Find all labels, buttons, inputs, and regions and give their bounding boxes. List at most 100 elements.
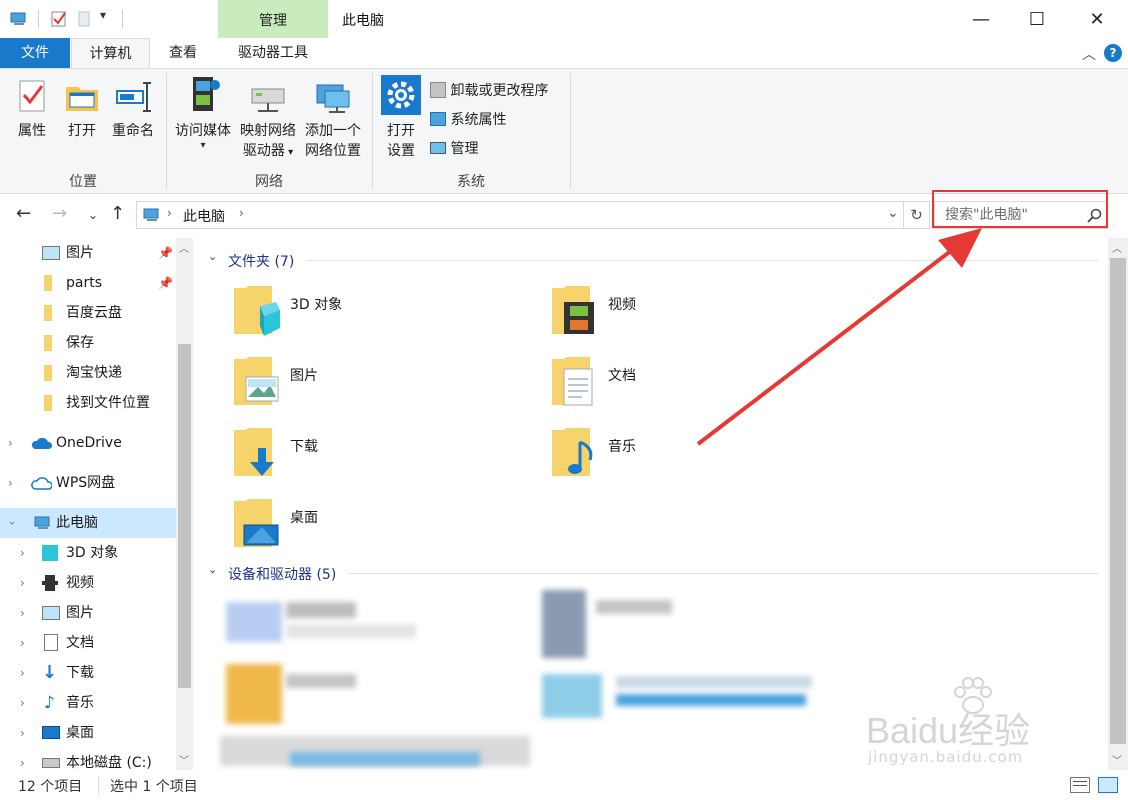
device-tile-blurred-2[interactable]	[540, 586, 680, 662]
device-tile-blurred-3[interactable]	[222, 662, 372, 734]
system-properties-label: 系统属性	[450, 112, 507, 128]
address-dropdown-icon[interactable]: ⌄	[887, 205, 899, 221]
nav-item-3d-objects[interactable]: › 3D 对象	[0, 538, 176, 568]
folders-section-header[interactable]: 文件夹 (7)	[228, 251, 294, 271]
scroll-down-icon[interactable]: ﹀	[179, 752, 189, 767]
system-properties-button[interactable]: 系统属性	[430, 110, 506, 130]
nav-item-this-pc[interactable]: › 此电脑	[0, 508, 176, 538]
devices-section-header[interactable]: 设备和驱动器 (5)	[228, 564, 336, 584]
context-tab-label: 管理	[259, 13, 287, 29]
nav-item-music[interactable]: › ♪ 音乐	[0, 688, 176, 718]
expand-chevron-icon[interactable]: ›	[20, 598, 25, 628]
breadcrumb-separator-icon[interactable]: ›	[239, 206, 244, 220]
manage-button[interactable]: 管理	[430, 139, 478, 159]
scroll-down-icon[interactable]: ﹀	[1112, 752, 1122, 767]
uninstall-program-button[interactable]: 卸载或更改程序	[430, 81, 548, 101]
scroll-up-icon[interactable]: ︿	[1112, 240, 1122, 255]
pin-icon[interactable]: 📌	[158, 268, 173, 298]
folder-tile-desktop[interactable]: 桌面	[232, 495, 532, 557]
nav-item-find-location[interactable]: 找到文件位置	[0, 388, 176, 418]
expand-chevron-icon[interactable]: ›	[20, 688, 25, 718]
nav-item-documents[interactable]: › 文档	[0, 628, 176, 658]
expand-chevron-icon[interactable]: ›	[20, 628, 25, 658]
scroll-up-icon[interactable]: ︿	[179, 240, 189, 255]
expand-chevron-icon[interactable]: ›	[20, 538, 25, 568]
add-network-location-button[interactable]: 添加一个 网络位置	[302, 79, 364, 161]
blurred-drive-icon	[542, 590, 586, 658]
properties-icon[interactable]	[50, 10, 68, 28]
tab-view[interactable]: 查看	[152, 38, 214, 68]
back-arrow-icon[interactable]: ←	[16, 203, 31, 224]
group-system-label: 系统	[457, 174, 485, 190]
expand-chevron-icon[interactable]: ›	[20, 658, 25, 688]
navigation-pane[interactable]: 图片 📌 parts 📌 百度云盘 保存 淘宝快递 找到文件位置 › OneDr…	[0, 238, 192, 770]
nav-item-pictures-pinned[interactable]: 图片 📌	[0, 238, 176, 268]
nav-item-save[interactable]: 保存	[0, 328, 176, 358]
maximize-button[interactable]: ☐	[1014, 0, 1060, 38]
scrollbar-thumb[interactable]	[178, 344, 191, 688]
scrollbar-thumb[interactable]	[1110, 258, 1126, 744]
help-icon[interactable]: ?	[1104, 44, 1122, 62]
nav-item-videos[interactable]: › 视频	[0, 568, 176, 598]
device-tile-blurred-5[interactable]	[220, 732, 532, 770]
expand-chevron-icon[interactable]: ›	[20, 718, 25, 748]
details-view-icon[interactable]	[1070, 777, 1090, 793]
nav-item-taobao[interactable]: 淘宝快递	[0, 358, 176, 388]
tab-computer[interactable]: 计算机	[71, 38, 150, 69]
close-button[interactable]: ✕	[1074, 0, 1120, 38]
forward-arrow-icon[interactable]: →	[52, 203, 67, 224]
new-folder-icon[interactable]	[76, 10, 94, 28]
nav-item-baidu-cloud[interactable]: 百度云盘	[0, 298, 176, 328]
nav-item-onedrive[interactable]: › OneDrive	[0, 428, 176, 458]
open-button[interactable]: 打开	[60, 79, 104, 141]
section-divider	[348, 573, 1098, 574]
access-media-button[interactable]: 访问媒体 ▾	[172, 75, 234, 151]
nav-item-parts[interactable]: parts 📌	[0, 268, 176, 298]
minimize-button[interactable]: —	[958, 0, 1004, 38]
nav-pane-scrollbar[interactable]: ︿ ﹀	[176, 238, 193, 770]
up-arrow-icon[interactable]: ↑	[110, 203, 125, 224]
map-network-drive-button[interactable]: 映射网络 驱动器 ▾	[236, 79, 300, 163]
folder-icon	[44, 395, 52, 411]
tab-file[interactable]: 文件	[0, 38, 70, 68]
content-scrollbar[interactable]: ︿ ﹀	[1108, 238, 1128, 770]
device-tile-blurred-1[interactable]	[222, 598, 422, 644]
device-tile-blurred-4[interactable]	[540, 668, 860, 724]
qat-dropdown-icon[interactable]: ▾	[100, 8, 106, 22]
pictures-folder-icon	[234, 357, 279, 405]
properties-button[interactable]: 属性	[10, 79, 54, 141]
folder-icon	[44, 305, 52, 321]
nav-item-downloads[interactable]: › ↓ 下载	[0, 658, 176, 688]
rename-button[interactable]: 重命名	[108, 79, 158, 141]
expand-chevron-icon[interactable]: ›	[8, 428, 13, 458]
breadcrumb-this-pc[interactable]: 此电脑	[183, 206, 225, 226]
title-bar: ▾ 管理 此电脑 — ☐ ✕	[0, 0, 1128, 38]
nav-item-local-disk-c[interactable]: › 本地磁盘 (C:)	[0, 748, 176, 770]
large-icons-view-icon[interactable]	[1098, 777, 1118, 793]
nav-item-wps[interactable]: › WPS网盘	[0, 468, 176, 498]
collapse-ribbon-icon[interactable]: ︿	[1082, 44, 1096, 64]
open-settings-button[interactable]: 打开 设置	[378, 75, 424, 161]
nav-item-label: 桌面	[66, 725, 94, 741]
nav-item-label: WPS网盘	[56, 475, 116, 491]
recent-locations-icon[interactable]: ⌄	[88, 208, 98, 222]
settings-gear-icon	[381, 75, 421, 115]
folder-tile-3d-objects[interactable]: 3D 对象	[232, 282, 532, 344]
tab-drive-tools[interactable]: 驱动器工具	[218, 38, 328, 68]
breadcrumb-separator-icon[interactable]: ›	[167, 206, 172, 220]
nav-item-label: OneDrive	[56, 435, 122, 451]
expand-chevron-icon[interactable]: ›	[20, 568, 25, 598]
nav-item-desktop[interactable]: › 桌面	[0, 718, 176, 748]
pin-icon[interactable]: 📌	[158, 238, 173, 268]
folder-tile-downloads[interactable]: 下载	[232, 424, 532, 486]
nav-item-pictures[interactable]: › 图片	[0, 598, 176, 628]
expand-chevron-icon[interactable]: ›	[8, 468, 13, 498]
collapse-chevron-icon[interactable]: ›	[0, 521, 27, 526]
collapse-group-chevron-icon[interactable]: ⌄	[208, 250, 217, 263]
system-properties-icon	[430, 112, 446, 126]
folder-tile-pictures[interactable]: 图片	[232, 353, 532, 415]
map-drive-label-1: 映射网络	[240, 123, 296, 139]
collapse-group-chevron-icon[interactable]: ⌄	[208, 563, 217, 576]
expand-chevron-icon[interactable]: ›	[20, 748, 25, 770]
ribbon-tabs: 文件 计算机 查看 驱动器工具 ︿ ?	[0, 38, 1128, 69]
